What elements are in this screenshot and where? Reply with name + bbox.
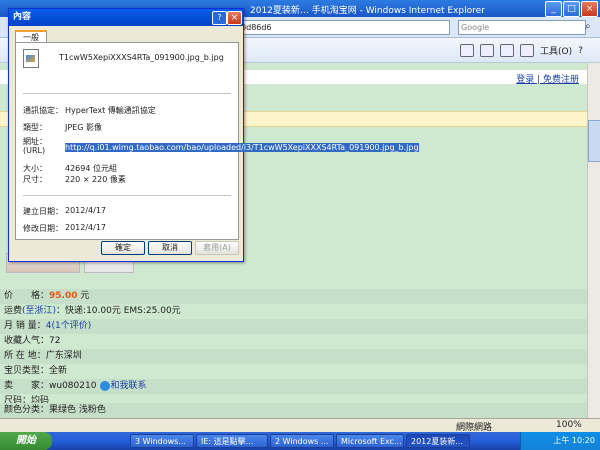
sales-value[interactable]: 4(1个评价) [46, 321, 91, 331]
taskbar-item[interactable]: Microsoft Exc... [336, 434, 404, 448]
item-type-row: 宝贝类型：全新 [0, 364, 587, 379]
search-icon[interactable]: ⌕ [585, 21, 591, 32]
favorites-row: 收藏人气：72 [0, 334, 587, 349]
loc-label: 所 在 地： [4, 351, 46, 361]
type-label: 類型： [23, 123, 47, 132]
size-label: 大小： [23, 164, 47, 173]
divider [23, 93, 231, 94]
sales-row: 月 销 量：4(1个评价) [0, 319, 587, 334]
vertical-scrollbar[interactable] [587, 63, 600, 418]
sales-label: 月 销 量： [4, 321, 46, 331]
taskbar-item[interactable]: 2 Windows ... [270, 434, 334, 448]
start-button[interactable]: 開始 [0, 432, 52, 450]
type-label: 宝贝类型： [4, 366, 50, 376]
divider [23, 195, 231, 196]
size-value: 42694 位元組 [65, 164, 117, 173]
print-icon[interactable] [500, 44, 514, 57]
price-label: 价 格： [4, 291, 50, 301]
loc-value: 广东深圳 [45, 351, 82, 361]
url-text[interactable]: http://q.i01.wimg.taobao.com/bao/uploade… [65, 143, 419, 152]
price-unit: 元 [80, 291, 90, 301]
color-row: 颜色分类：果绿色 浅粉色 [0, 403, 587, 418]
protocol-value: HyperText 傳輸通訊協定 [65, 106, 156, 115]
price-value: 95.00 [49, 291, 78, 301]
shipping-value: ：快递:10.00元 EMS:25.00元 [56, 306, 181, 316]
command-bar: 工具(O) ? [460, 44, 583, 57]
home-icon[interactable] [460, 44, 474, 57]
fav-label: 收藏人气： [4, 336, 50, 346]
fav-value: 72 [49, 336, 61, 346]
seller-label: 卖 家： [4, 381, 50, 391]
ie-title-text: 2012夏装新… 手机淘宝网 - Windows Internet Explor… [250, 6, 485, 16]
dialog-titlebar: 內容 [9, 9, 243, 26]
color-value: 果绿色 浅粉色 [49, 405, 106, 415]
cancel-button[interactable]: 取消 [148, 241, 192, 255]
clock: 上午 10:20 [553, 436, 595, 445]
shipping-label: 运费 [4, 306, 23, 316]
url-value[interactable]: http://q.i01.wimg.taobao.com/bao/uploade… [65, 143, 419, 153]
image-file-icon [23, 49, 39, 68]
color-label: 颜色分类： [4, 405, 50, 415]
ie-window-controls: _ □ × [545, 1, 598, 17]
seller-row: 卖 家：wu080210 和我联系 [0, 379, 587, 394]
scrollbar-thumb[interactable] [588, 120, 600, 162]
chat-link[interactable]: 和我联系 [110, 381, 146, 391]
protocol-label: 通訊協定： [23, 106, 63, 115]
taskbar-item[interactable]: 3 Windows... [130, 434, 194, 448]
type-value: JPEG 影像 [65, 123, 102, 132]
dialog-title: 內容 [13, 12, 32, 22]
type-value: 全新 [49, 366, 68, 376]
taskbar-item[interactable]: IE: 這是點擊... [196, 434, 268, 448]
dimensions-value: 220 × 220 像素 [65, 175, 126, 184]
search-input[interactable]: Google [458, 20, 586, 35]
maximize-icon[interactable]: □ [563, 1, 580, 17]
url-label-sub: (URL) [23, 146, 46, 155]
ok-button[interactable]: 確定 [101, 241, 145, 255]
price-row: 价 格：95.00 元 [0, 289, 587, 304]
tools-menu[interactable]: 工具(O) [540, 44, 572, 57]
login-links: 登录 | 免费注册 [516, 75, 579, 85]
dimensions-label: 尺寸： [23, 175, 47, 184]
close-icon[interactable]: × [227, 11, 242, 25]
chat-icon[interactable] [100, 380, 111, 391]
page-icon[interactable] [520, 44, 534, 57]
system-tray: 上午 10:20 [520, 432, 600, 450]
modified-label: 修改日期： [23, 224, 63, 233]
apply-button[interactable]: 套用(A) [195, 241, 239, 255]
created-value: 2012/4/17 [65, 206, 107, 215]
file-name: T1cwW5XepiXXXS4RTa_091900.jpg_b.jpg [59, 53, 224, 62]
properties-dialog: 內容 ? × 一般 T1cwW5XepiXXXS4RTa_091900.jpg_… [8, 8, 419, 262]
location-row: 所 在 地：广东深圳 [0, 349, 587, 364]
login-link[interactable]: 登录 [516, 75, 534, 85]
status-bar: 網際網路 100% [0, 418, 600, 433]
seller-value: wu080210 [49, 381, 97, 391]
zoom-level[interactable]: 100% [556, 420, 582, 430]
created-label: 建立日期： [23, 207, 63, 216]
help-icon[interactable]: ? [578, 46, 583, 56]
shipping-region-link[interactable]: (至浙江) [22, 306, 56, 316]
help-icon[interactable]: ? [212, 11, 227, 25]
modified-value: 2012/4/17 [65, 223, 107, 232]
taskbar: 開始 3 Windows... IE: 這是點擊... 2 Windows ..… [0, 432, 600, 450]
feeds-icon[interactable] [480, 44, 494, 57]
register-link[interactable]: 免费注册 [543, 75, 579, 85]
minimize-icon[interactable]: _ [545, 1, 562, 17]
shipping-row: 运费(至浙江)：快递:10.00元 EMS:25.00元 [0, 304, 587, 319]
close-icon[interactable]: × [581, 1, 598, 17]
taskbar-item[interactable]: 2012夏装新... [406, 434, 470, 448]
